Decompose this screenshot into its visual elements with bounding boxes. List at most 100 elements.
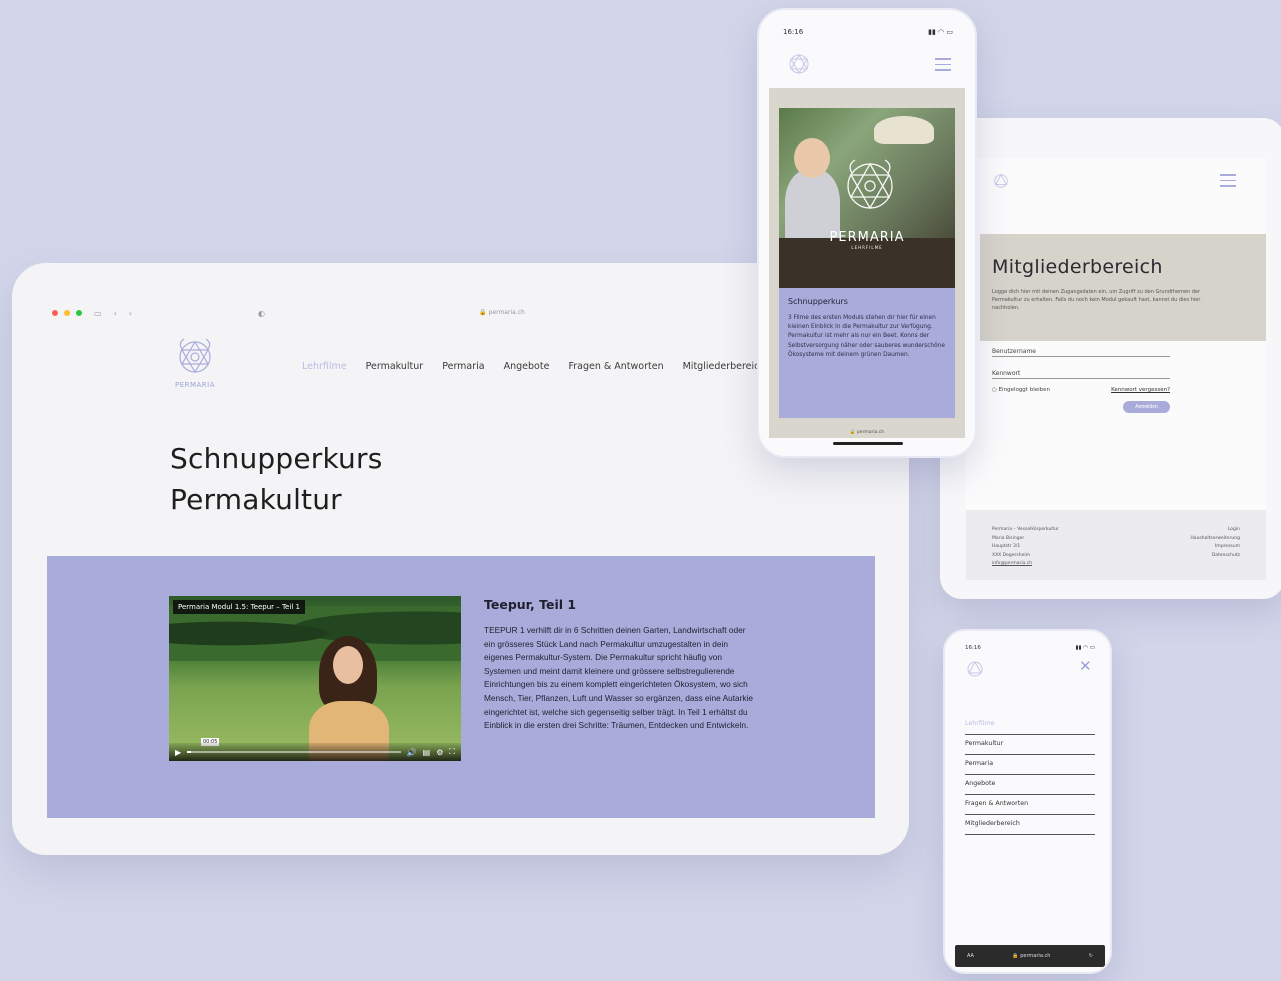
privacy-shield-icon[interactable]: ◐ — [258, 309, 265, 318]
episode-description: TEEPUR 1 verhilft dir in 6 Schritten dei… — [484, 625, 754, 731]
video-title: Permaria Modul 1.5: Teepur – Teil 1 — [173, 600, 305, 614]
footer-email-link[interactable]: info@permaria.ch — [992, 560, 1059, 569]
login-form: Benutzername Kennwort ○ Eingeloggt bleib… — [992, 343, 1170, 413]
tablet-mockup: Mitgliederbereich Logge dich hier mit de… — [940, 118, 1281, 599]
volume-icon[interactable]: 🔊 — [407, 748, 417, 757]
close-menu-icon[interactable]: ✕ — [1079, 659, 1092, 674]
footer-link-impressum[interactable]: Impressum — [1190, 543, 1240, 552]
footer-address-line: Maria Bisinger — [992, 535, 1025, 541]
video-player[interactable]: Permaria Modul 1.5: Teepur – Teil 1 00:0… — [169, 596, 461, 761]
course-card: Schnupperkurs 3 Filme des ersten Moduls … — [779, 288, 955, 418]
minimize-window-button[interactable] — [64, 310, 70, 316]
member-area-header: Mitgliederbereich Logge dich hier mit de… — [980, 234, 1266, 341]
nav-item-faq[interactable]: Fragen & Antworten — [568, 361, 663, 372]
home-indicator[interactable] — [833, 442, 903, 445]
login-submit-button[interactable]: Anmelden — [1123, 401, 1170, 413]
nav-item-mitgliederbereich[interactable]: Mitgliederbereich — [683, 361, 766, 372]
mobile-nav-item-angebote[interactable]: Angebote — [965, 775, 1095, 795]
video-section: Permaria Modul 1.5: Teepur – Teil 1 00:0… — [47, 556, 875, 818]
video-controls: ▶ 🔊 ▤ ⚙ ⛶ — [169, 743, 461, 761]
mobile-nav-item-faq[interactable]: Fragen & Antworten — [965, 795, 1095, 815]
mobile-nav-item-mitgliederbereich[interactable]: Mitgliederbereich — [965, 815, 1095, 835]
status-icons: ▮▮ ◠ ▭ — [1075, 645, 1095, 651]
forgot-password-link[interactable]: Kennwort vergessen? — [1111, 387, 1170, 393]
site-footer: Permaria – Vesselkörperkultur Maria Bisi… — [966, 510, 1266, 580]
permaria-logo-mark-icon — [789, 53, 809, 75]
sidebar-icon[interactable]: ▭ — [94, 309, 102, 318]
nav-item-lehrfilme[interactable]: Lehrfilme — [302, 361, 347, 372]
maximize-window-button[interactable] — [76, 310, 82, 316]
address-url: permaria.ch — [488, 309, 525, 316]
phone-mockup-menu: 16:16 ▮▮ ◠ ▭ ✕ Lehrfilme Permakultur Per… — [943, 629, 1112, 974]
footer-link-datenschutz[interactable]: Datenschutz — [1190, 552, 1240, 561]
back-arrow-icon[interactable]: ‹ — [114, 309, 117, 318]
captions-icon[interactable]: ▤ — [423, 748, 431, 757]
address-bar[interactable]: 🔒 permaria.ch — [322, 308, 682, 318]
footer-link-login[interactable]: Login — [1190, 526, 1240, 535]
video-progress-bar[interactable] — [187, 751, 401, 753]
page-title-line2: Permakultur — [170, 483, 342, 516]
hamburger-menu-icon[interactable] — [935, 58, 951, 75]
close-window-button[interactable] — [52, 310, 58, 316]
phone-mockup-course: 16:16 ▮▮ ◠ ▭ PERMARIA LEHRFILME Schnuppe… — [757, 8, 977, 458]
mobile-address-bar[interactable]: 🔒 permaria.ch — [1012, 953, 1050, 959]
remember-me-label: Eingeloggt bleiben — [998, 387, 1050, 393]
mobile-nav-item-permakultur[interactable]: Permakultur — [965, 735, 1095, 755]
permaria-logo-icon[interactable] — [965, 659, 985, 683]
password-label: Kennwort — [992, 370, 1021, 377]
permaria-logo[interactable] — [785, 52, 813, 82]
page-title: Schnupperkurs Permakultur — [170, 438, 383, 520]
mobile-nav-item-lehrfilme[interactable]: Lehrfilme — [965, 715, 1095, 735]
status-time: 16:16 — [783, 28, 804, 36]
permaria-logo-icon[interactable] — [992, 172, 1010, 190]
nav-item-angebote[interactable]: Angebote — [504, 361, 550, 372]
address-url: permaria.ch — [1020, 953, 1051, 959]
settings-gear-icon[interactable]: ⚙ — [436, 748, 443, 757]
member-area-heading: Mitgliederbereich — [992, 256, 1163, 278]
play-icon[interactable]: ▶ — [175, 748, 181, 757]
footer-address-line: Hauptstr 3/1 — [992, 544, 1021, 549]
tablet-screen: Mitgliederbereich Logge dich hier mit de… — [966, 158, 1266, 580]
mobile-navigation: Lehrfilme Permakultur Permaria Angebote … — [965, 715, 1095, 835]
status-bar: 16:16 ▮▮ ◠ ▭ — [965, 645, 1095, 651]
logo-wordmark: PERMARIA — [174, 381, 216, 389]
brand-subtitle: LEHRFILME — [851, 245, 883, 250]
mobile-address-bar[interactable]: 🔒 permaria.ch — [759, 430, 975, 435]
permaria-logo-mark-icon — [179, 338, 211, 374]
footer-address-line: Permaria – Vesselkörperkultur — [992, 527, 1059, 532]
page-title-line1: Schnupperkurs — [170, 442, 383, 475]
footer-address: Permaria – Vesselkörperkultur Maria Bisi… — [992, 526, 1059, 566]
username-field[interactable]: Benutzername — [992, 343, 1170, 357]
status-icons: ▮▮ ◠ ▭ — [928, 28, 953, 36]
nav-item-permaria[interactable]: Permaria — [442, 361, 484, 372]
footer-address-line: XXX Degersheim — [992, 552, 1030, 558]
login-options: ○ Eingeloggt bleiben Kennwort vergessen? — [992, 387, 1170, 393]
browser-toolbar: ▭ ‹ › ◐ 🔒 permaria.ch — [52, 303, 812, 323]
hamburger-menu-icon[interactable] — [1220, 174, 1236, 191]
text-size-button[interactable]: AA — [967, 953, 974, 959]
site-header: PERMARIA Lehrfilme Permakultur Permaria … — [52, 331, 852, 401]
footer-links: Login Haushaltserweiterung Impressum Dat… — [1190, 526, 1240, 564]
remember-me-checkbox[interactable]: ○ Eingeloggt bleiben — [992, 387, 1050, 393]
fullscreen-icon[interactable]: ⛶ — [449, 747, 455, 757]
reload-icon[interactable]: ↻ — [1089, 953, 1093, 959]
username-label: Benutzername — [992, 348, 1036, 355]
mobile-browser-bar: AA 🔒 permaria.ch ↻ — [955, 945, 1105, 967]
course-card-title: Schnupperkurs — [788, 297, 848, 306]
permaria-logo[interactable]: PERMARIA — [170, 331, 220, 391]
member-area-intro: Logge dich hier mit deinen Zugangsdaten … — [992, 289, 1201, 311]
garden-photo: PERMARIA LEHRFILME — [779, 108, 955, 288]
course-card-text: 3 Filme des ersten Moduls stehen dir hie… — [788, 315, 945, 358]
main-navigation: Lehrfilme Permakultur Permaria Angebote … — [302, 361, 765, 372]
mobile-nav-item-permaria[interactable]: Permaria — [965, 755, 1095, 775]
nav-item-permakultur[interactable]: Permakultur — [366, 361, 424, 372]
brand-name: PERMARIA — [829, 230, 905, 245]
password-field[interactable]: Kennwort — [992, 365, 1170, 379]
address-url: permaria.ch — [856, 430, 885, 435]
status-bar: 16:16 ▮▮ ◠ ▭ — [783, 28, 953, 36]
status-time: 16:16 — [965, 645, 981, 651]
forward-arrow-icon[interactable]: › — [129, 309, 132, 318]
course-hero: PERMARIA LEHRFILME Schnupperkurs 3 Filme… — [769, 88, 965, 438]
episode-title: Teepur, Teil 1 — [484, 597, 577, 612]
footer-link-household[interactable]: Haushaltserweiterung — [1190, 535, 1240, 544]
